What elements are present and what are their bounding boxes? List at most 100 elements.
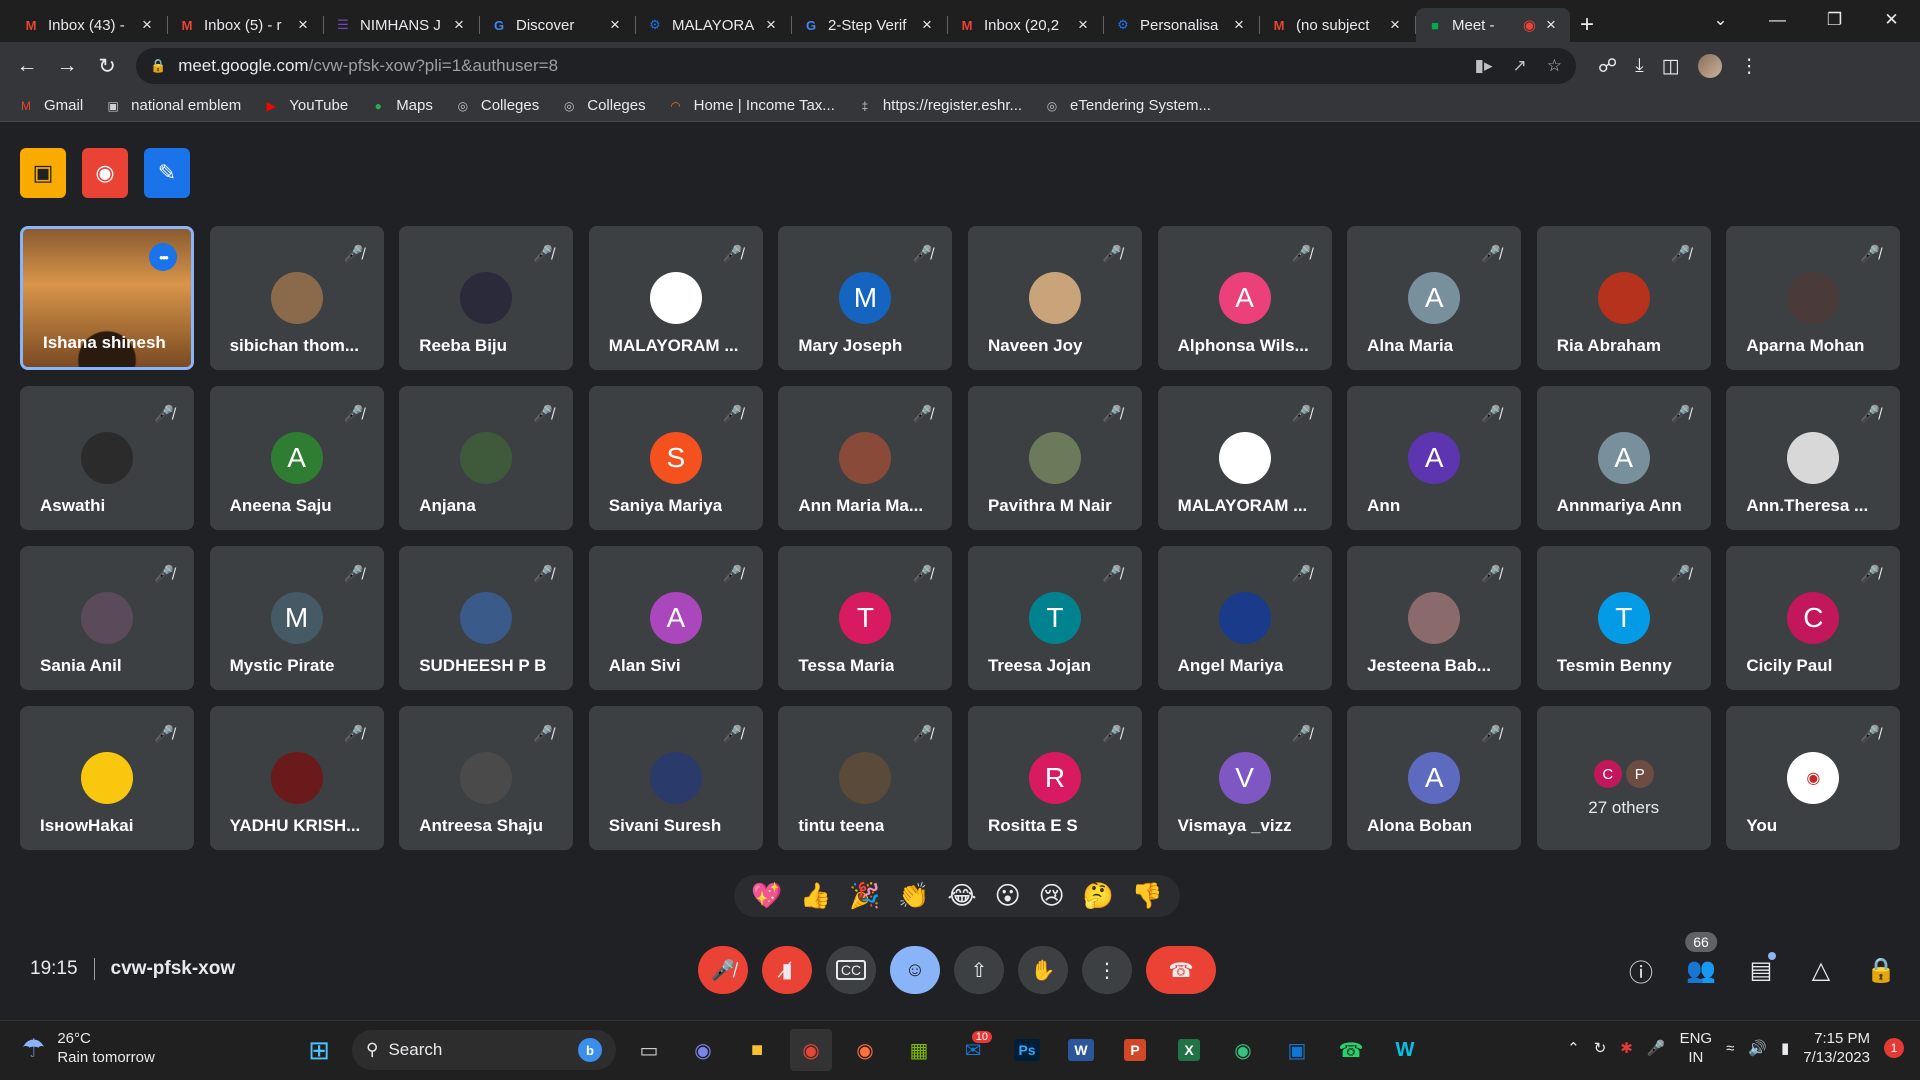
profile-avatar[interactable] bbox=[1697, 54, 1722, 78]
reaction-emoji-button[interactable]: 😢 bbox=[1039, 881, 1065, 911]
app-button[interactable]: ▣ bbox=[1276, 1029, 1318, 1071]
bookmark-star-icon[interactable]: ☆ bbox=[1547, 56, 1562, 76]
taskbar-search[interactable]: ⚲ Search b bbox=[352, 1030, 616, 1070]
reaction-emoji-button[interactable]: 👍 bbox=[800, 882, 831, 911]
task-view-button[interactable]: ▭ bbox=[628, 1029, 670, 1071]
participant-tile[interactable]: 🎤̸ Antreesa Shaju bbox=[399, 706, 574, 850]
participant-tile[interactable]: 🎤̸ Aparna Mohan bbox=[1726, 226, 1901, 370]
back-button[interactable]: ← bbox=[10, 49, 44, 83]
word-button[interactable]: W bbox=[1060, 1029, 1102, 1071]
browser-tab[interactable]: ⚙ MALAYORA × bbox=[636, 8, 792, 42]
close-window-button[interactable]: ✕ bbox=[1863, 0, 1920, 40]
notification-count[interactable]: 1 bbox=[1884, 1038, 1904, 1058]
chrome-menu-icon[interactable]: ⋮ bbox=[1740, 55, 1759, 78]
participant-tile[interactable]: 🎤̸ Angel Mariya bbox=[1157, 546, 1332, 690]
reaction-emoji-button[interactable]: 😮 bbox=[995, 881, 1021, 911]
participant-tile[interactable]: 🎤̸ Reeba Biju bbox=[399, 226, 574, 370]
participant-tile[interactable]: 🎤̸ A Ann bbox=[1347, 386, 1522, 530]
lock-icon[interactable]: 🔒 bbox=[150, 58, 166, 74]
reaction-emoji-button[interactable]: 👏 bbox=[898, 882, 929, 911]
browser-tab[interactable]: ■ Meet - ◉ × bbox=[1416, 8, 1570, 42]
participant-tile[interactable]: 🎤̸ Ann Maria Ma... bbox=[778, 386, 953, 530]
browser-tab[interactable]: M Inbox (20,2 × bbox=[948, 8, 1104, 42]
reaction-emoji-button[interactable]: 🎉 bbox=[849, 882, 880, 911]
participant-tile[interactable]: 🎤̸ Jesteena Bab... bbox=[1347, 546, 1522, 690]
minimize-button[interactable]: — bbox=[1749, 0, 1806, 40]
participant-tile[interactable]: 🎤̸ A Alona Boban bbox=[1347, 706, 1522, 850]
tab-search-chevron-icon[interactable]: ⌄ bbox=[1692, 0, 1749, 40]
edge-button[interactable]: ◉ bbox=[1222, 1029, 1264, 1071]
participant-tile[interactable]: 🎤̸ Ann.Theresa ... bbox=[1726, 386, 1901, 530]
clock-date[interactable]: 7:15 PM 7/13/2023 bbox=[1803, 1029, 1870, 1067]
reaction-emoji-button[interactable]: 🤔 bbox=[1083, 882, 1114, 911]
new-tab-button[interactable]: + bbox=[1572, 8, 1602, 42]
restore-button[interactable]: ❐ bbox=[1806, 0, 1863, 40]
browser-tab[interactable]: ⚙ Personalisa × bbox=[1104, 8, 1260, 42]
reaction-emoji-button[interactable]: 👎 bbox=[1132, 882, 1163, 911]
participant-tile[interactable]: 🎤̸ Sivani Suresh bbox=[588, 706, 763, 850]
camera-off-button[interactable]: ▮̸ bbox=[762, 946, 812, 994]
browser-tab[interactable]: G 2-Step Verif × bbox=[792, 8, 948, 42]
participant-tile[interactable]: 🎤̸ tintu teena bbox=[778, 706, 953, 850]
participant-tile[interactable]: 🎤̸ R Rositta E S bbox=[967, 706, 1142, 850]
host-controls-button[interactable]: 🔒 bbox=[1862, 946, 1900, 994]
participant-tile[interactable]: 🎤̸ A Annmariya Ann bbox=[1536, 386, 1711, 530]
forward-button[interactable]: → bbox=[50, 49, 84, 83]
browser-tab[interactable]: M Inbox (43) - × bbox=[12, 8, 168, 42]
chrome-taskbar-button[interactable]: ◉ bbox=[790, 1029, 832, 1071]
people-button[interactable]: 66 👥 bbox=[1682, 932, 1720, 994]
reload-button[interactable]: ↻ bbox=[90, 49, 124, 83]
powerpoint-button[interactable]: P bbox=[1114, 1029, 1156, 1071]
close-tab-icon[interactable]: × bbox=[1074, 15, 1092, 35]
close-tab-icon[interactable]: × bbox=[294, 15, 312, 35]
browser-tab[interactable]: G Discover × bbox=[480, 8, 636, 42]
chevron-up-icon[interactable]: ⌃ bbox=[1567, 1039, 1580, 1057]
photoshop-button[interactable]: Ps bbox=[1006, 1029, 1048, 1071]
participant-tile[interactable]: 🎤̸ Naveen Joy bbox=[967, 226, 1142, 370]
participant-tile[interactable]: 🎤̸ T Treesa Jojan bbox=[967, 546, 1142, 690]
participant-tile[interactable]: 🎤̸ Aswathi bbox=[20, 386, 194, 530]
self-tile[interactable]: 🎤̸ ◉ You bbox=[1726, 706, 1901, 850]
camera-in-use-icon[interactable]: ▮▸ bbox=[1475, 56, 1493, 76]
close-tab-icon[interactable]: × bbox=[138, 15, 156, 35]
chat-teams-button[interactable]: ◉ bbox=[682, 1029, 724, 1071]
wifi-icon[interactable]: ≈ bbox=[1726, 1040, 1734, 1057]
language-indicator[interactable]: ENG IN bbox=[1680, 1029, 1713, 1067]
participant-tile[interactable]: 🎤̸ A Alna Maria bbox=[1347, 226, 1522, 370]
more-options-button[interactable]: ⋮ bbox=[1082, 946, 1132, 994]
bookmark-item[interactable]: ◎ Colleges bbox=[561, 97, 646, 114]
share-icon[interactable]: ↗ bbox=[1513, 56, 1527, 76]
reaction-emoji-button[interactable]: 💖 bbox=[751, 882, 782, 911]
browser-tab[interactable]: M (no subject × bbox=[1260, 8, 1416, 42]
participant-tile[interactable]: 🎤̸ A Aneena Saju bbox=[209, 386, 384, 530]
participant-tile[interactable]: 🎤̸ YADHU KRISH... bbox=[209, 706, 384, 850]
participant-tile[interactable]: 🎤̸ T Tessa Maria bbox=[778, 546, 953, 690]
meeting-details-button[interactable]: ⓘ bbox=[1622, 946, 1660, 994]
activities-button[interactable]: △ bbox=[1802, 946, 1840, 994]
webex-button[interactable]: W bbox=[1384, 1029, 1426, 1071]
battery-icon[interactable]: ▮ bbox=[1781, 1039, 1789, 1057]
tray-app-icon[interactable]: ✱ bbox=[1620, 1039, 1633, 1057]
start-button[interactable]: ⊞ bbox=[298, 1029, 340, 1071]
close-tab-icon[interactable]: × bbox=[1386, 15, 1404, 35]
bookmark-item[interactable]: ▣ national emblem bbox=[105, 97, 242, 114]
participant-tile[interactable]: 🎤̸ A Alan Sivi bbox=[588, 546, 763, 690]
close-tab-icon[interactable]: × bbox=[450, 15, 468, 35]
participant-tile[interactable]: 🎤̸ Ria Abraham bbox=[1536, 226, 1711, 370]
participant-tile[interactable]: 🎤̸ V Vismaya _vizz bbox=[1157, 706, 1332, 850]
participant-tile[interactable]: 🎤̸ sibichan thom... bbox=[209, 226, 384, 370]
others-tile[interactable]: C P 27 others bbox=[1536, 706, 1711, 850]
microphone-icon[interactable]: 🎤 bbox=[1647, 1039, 1666, 1057]
participant-tile[interactable]: 🎤̸ M Mary Joseph bbox=[778, 226, 953, 370]
close-tab-icon[interactable]: × bbox=[606, 15, 624, 35]
participant-tile[interactable]: 🎤̸ IsнowHakai bbox=[20, 706, 194, 850]
participant-tile[interactable]: 🎤̸ SUDHEESH P B bbox=[399, 546, 574, 690]
whatsapp-button[interactable]: ☎ bbox=[1330, 1029, 1372, 1071]
raise-hand-button[interactable]: ✋ bbox=[1018, 946, 1068, 994]
bookmark-item[interactable]: ● Maps bbox=[370, 97, 433, 114]
reaction-emoji-button[interactable]: 😂 bbox=[947, 881, 976, 911]
participant-tile[interactable]: ••• Ishana shinesh bbox=[20, 226, 194, 370]
close-tab-icon[interactable]: × bbox=[1230, 15, 1248, 35]
sync-icon[interactable]: ↻ bbox=[1594, 1039, 1607, 1057]
bookmark-item[interactable]: ‡ https://register.eshr... bbox=[857, 97, 1022, 114]
